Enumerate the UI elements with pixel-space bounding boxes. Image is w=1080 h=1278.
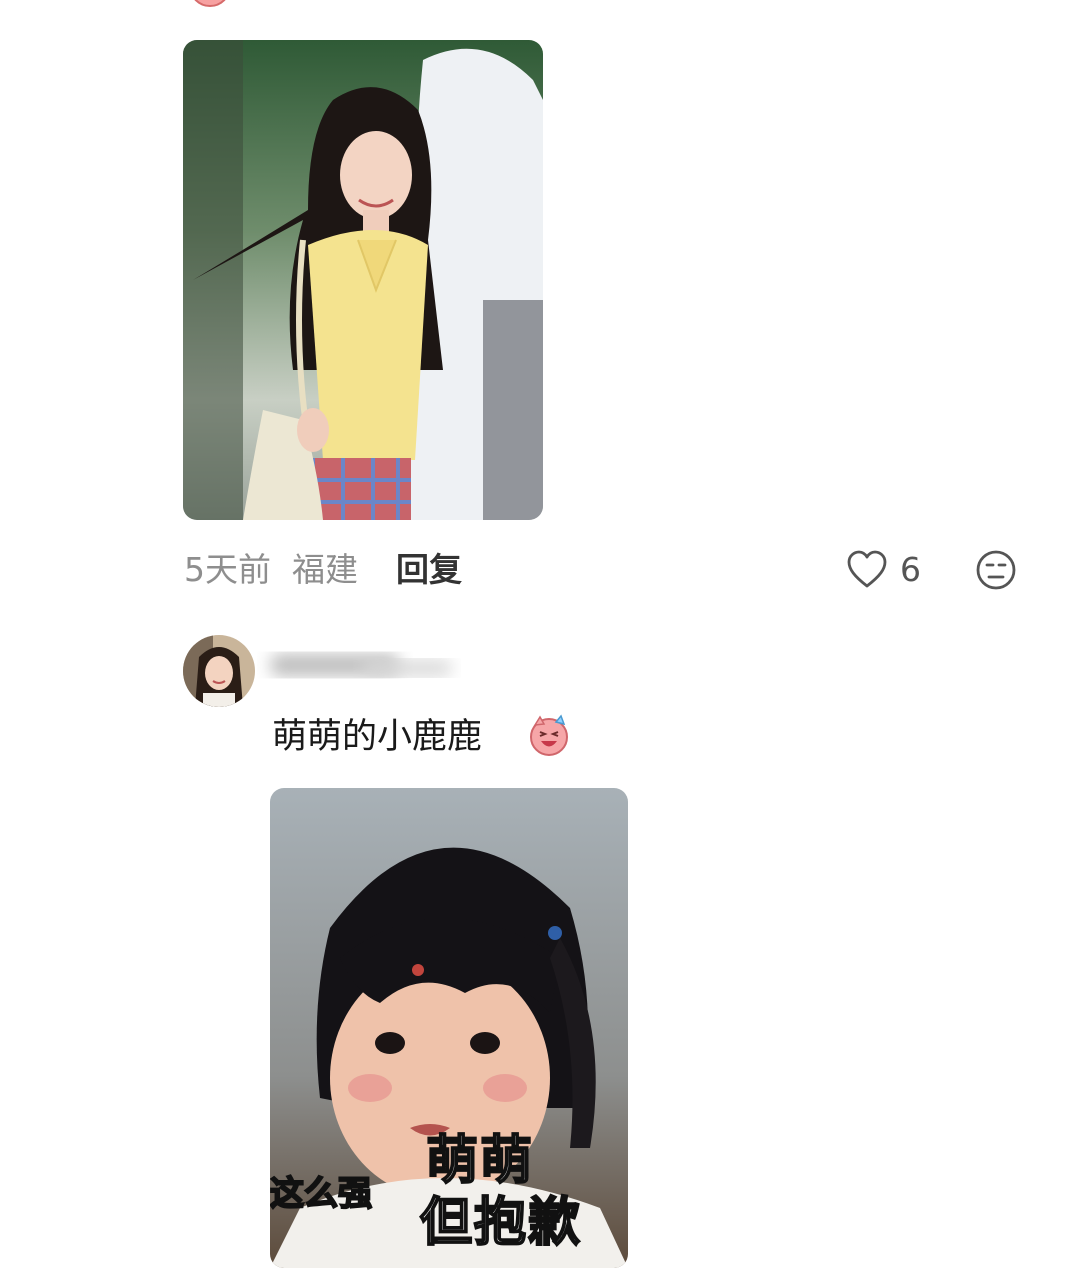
heart-outline-icon[interactable]: [846, 550, 888, 590]
reply-button[interactable]: 回复: [396, 548, 462, 592]
meme-caption-bottom: 但抱歉: [419, 1192, 583, 1254]
avatar[interactable]: [183, 635, 255, 707]
emoji-sticker: [188, 0, 232, 10]
laughing-pig-emoji-icon: [526, 712, 572, 758]
meh-face-icon[interactable]: [974, 548, 1018, 592]
comment-time: 5天前: [184, 550, 271, 589]
comment-meta-row: 5天前 福建 回复 6: [184, 548, 1034, 592]
meme-image-child[interactable]: 这么强 萌萌 但抱歉: [270, 788, 628, 1268]
comment-text: 萌萌的小鹿鹿: [272, 717, 483, 757]
comment-image-woman-walking[interactable]: [183, 40, 543, 520]
username-blurred: [252, 640, 472, 690]
comment-location: 福建: [292, 550, 358, 589]
meme-caption-left: 这么强: [270, 1173, 373, 1215]
like-count: 6: [900, 550, 921, 589]
